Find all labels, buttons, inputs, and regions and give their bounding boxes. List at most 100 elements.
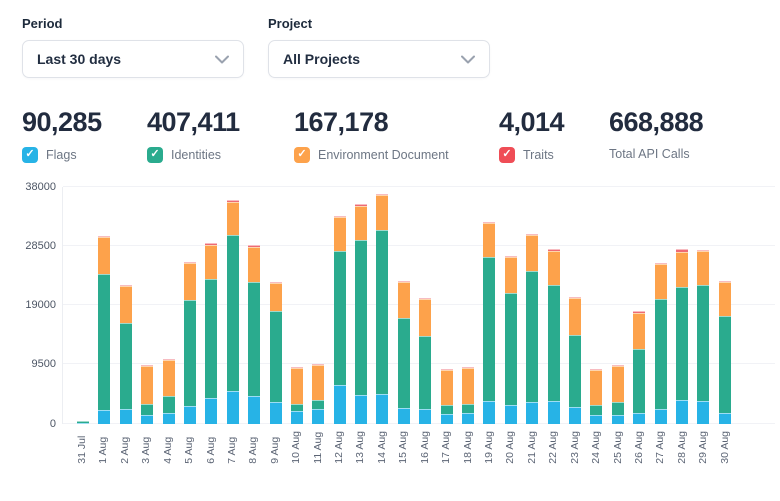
bar-stack-8-aug[interactable] bbox=[248, 187, 260, 424]
bar-stack-10-aug[interactable] bbox=[291, 187, 303, 424]
bar-segment-identities[interactable] bbox=[697, 285, 709, 402]
bar-segment-environment-document[interactable] bbox=[120, 286, 132, 323]
bar-segment-flags[interactable] bbox=[355, 395, 367, 424]
bar-segment-environment-document[interactable] bbox=[184, 263, 196, 300]
bar-segment-flags[interactable] bbox=[227, 391, 239, 424]
bar-stack-16-aug[interactable] bbox=[419, 187, 431, 424]
bar-stack-29-aug[interactable] bbox=[697, 187, 709, 424]
bar-segment-environment-document[interactable] bbox=[248, 247, 260, 282]
bar-stack-27-aug[interactable] bbox=[655, 187, 667, 424]
series-checkbox-identities[interactable]: ✓ bbox=[147, 147, 163, 163]
bar-segment-identities[interactable] bbox=[398, 318, 410, 408]
bar-segment-identities[interactable] bbox=[291, 404, 303, 412]
bar-segment-environment-document[interactable] bbox=[590, 370, 602, 406]
bar-stack-25-aug[interactable] bbox=[612, 187, 624, 424]
bar-segment-identities[interactable] bbox=[355, 240, 367, 395]
bar-segment-identities[interactable] bbox=[548, 285, 560, 402]
bar-segment-environment-document[interactable] bbox=[483, 223, 495, 257]
bar-segment-environment-document[interactable] bbox=[398, 282, 410, 318]
bar-segment-flags[interactable] bbox=[141, 415, 153, 423]
bar-segment-environment-document[interactable] bbox=[697, 251, 709, 284]
bar-segment-identities[interactable] bbox=[483, 257, 495, 402]
bar-segment-environment-document[interactable] bbox=[419, 299, 431, 336]
bar-segment-environment-document[interactable] bbox=[98, 237, 110, 274]
bar-stack-11-aug[interactable] bbox=[312, 187, 324, 424]
bar-segment-identities[interactable] bbox=[526, 271, 538, 402]
bar-stack-22-aug[interactable] bbox=[548, 187, 560, 424]
bar-segment-environment-document[interactable] bbox=[141, 366, 153, 403]
bar-segment-environment-document[interactable] bbox=[163, 360, 175, 396]
bar-segment-environment-document[interactable] bbox=[633, 313, 645, 349]
bar-segment-flags[interactable] bbox=[633, 413, 645, 424]
bar-stack-12-aug[interactable] bbox=[334, 187, 346, 424]
bar-segment-identities[interactable] bbox=[462, 404, 474, 413]
bar-segment-flags[interactable] bbox=[270, 402, 282, 424]
bar-segment-identities[interactable] bbox=[719, 316, 731, 412]
bar-segment-environment-document[interactable] bbox=[270, 283, 282, 311]
bar-segment-identities[interactable] bbox=[441, 405, 453, 413]
bar-segment-identities[interactable] bbox=[590, 405, 602, 414]
bar-segment-flags[interactable] bbox=[205, 398, 217, 424]
bar-stack-31-jul[interactable] bbox=[77, 187, 89, 424]
bar-segment-flags[interactable] bbox=[590, 415, 602, 424]
bar-stack-9-aug[interactable] bbox=[270, 187, 282, 424]
bar-segment-environment-document[interactable] bbox=[612, 366, 624, 402]
bar-segment-identities[interactable] bbox=[163, 396, 175, 413]
bar-stack-15-aug[interactable] bbox=[398, 187, 410, 424]
bar-segment-flags[interactable] bbox=[569, 407, 581, 424]
project-dropdown[interactable]: All Projects bbox=[268, 40, 490, 78]
bar-stack-26-aug[interactable] bbox=[633, 187, 645, 424]
bar-segment-identities[interactable] bbox=[184, 300, 196, 407]
bar-segment-flags[interactable] bbox=[334, 385, 346, 423]
bar-segment-flags[interactable] bbox=[505, 405, 517, 424]
bar-segment-flags[interactable] bbox=[526, 402, 538, 424]
bar-segment-environment-document[interactable] bbox=[227, 202, 239, 235]
bar-segment-identities[interactable] bbox=[248, 282, 260, 396]
bar-stack-13-aug[interactable] bbox=[355, 187, 367, 424]
bar-segment-flags[interactable] bbox=[184, 406, 196, 423]
bar-segment-environment-document[interactable] bbox=[312, 365, 324, 401]
bar-segment-environment-document[interactable] bbox=[376, 195, 388, 229]
bar-segment-environment-document[interactable] bbox=[676, 252, 688, 287]
bar-segment-flags[interactable] bbox=[697, 401, 709, 423]
bar-segment-identities[interactable] bbox=[612, 402, 624, 415]
bar-segment-flags[interactable] bbox=[483, 401, 495, 423]
bar-segment-environment-document[interactable] bbox=[334, 217, 346, 251]
bar-segment-environment-document[interactable] bbox=[548, 251, 560, 285]
bar-segment-environment-document[interactable] bbox=[441, 370, 453, 406]
bar-segment-environment-document[interactable] bbox=[505, 257, 517, 293]
bar-segment-flags[interactable] bbox=[676, 400, 688, 424]
bar-stack-5-aug[interactable] bbox=[184, 187, 196, 424]
bar-segment-flags[interactable] bbox=[77, 423, 89, 424]
bar-segment-identities[interactable] bbox=[376, 230, 388, 394]
bar-segment-identities[interactable] bbox=[676, 287, 688, 400]
bar-segment-flags[interactable] bbox=[612, 415, 624, 424]
bar-segment-environment-document[interactable] bbox=[526, 235, 538, 271]
bar-segment-identities[interactable] bbox=[655, 299, 667, 410]
bar-segment-identities[interactable] bbox=[98, 274, 110, 410]
bar-stack-20-aug[interactable] bbox=[505, 187, 517, 424]
bar-stack-4-aug[interactable] bbox=[163, 187, 175, 424]
bar-segment-flags[interactable] bbox=[312, 409, 324, 423]
series-checkbox-environment-document[interactable]: ✓ bbox=[294, 147, 310, 163]
bar-stack-1-aug[interactable] bbox=[98, 187, 110, 424]
bar-stack-17-aug[interactable] bbox=[441, 187, 453, 424]
bar-stack-2-aug[interactable] bbox=[120, 187, 132, 424]
bar-stack-24-aug[interactable] bbox=[590, 187, 602, 424]
bar-segment-environment-document[interactable] bbox=[355, 206, 367, 240]
bar-segment-flags[interactable] bbox=[719, 413, 731, 424]
bar-stack-30-aug[interactable] bbox=[719, 187, 731, 424]
bar-stack-19-aug[interactable] bbox=[483, 187, 495, 424]
bar-segment-environment-document[interactable] bbox=[719, 282, 731, 316]
bar-stack-14-aug[interactable] bbox=[376, 187, 388, 424]
bar-stack-3-aug[interactable] bbox=[141, 187, 153, 424]
bar-segment-identities[interactable] bbox=[419, 336, 431, 409]
bar-segment-identities[interactable] bbox=[633, 349, 645, 413]
bar-segment-identities[interactable] bbox=[205, 279, 217, 398]
bar-segment-flags[interactable] bbox=[419, 409, 431, 423]
period-dropdown[interactable]: Last 30 days bbox=[22, 40, 244, 78]
bar-segment-environment-document[interactable] bbox=[462, 368, 474, 404]
bar-segment-environment-document[interactable] bbox=[205, 245, 217, 279]
bar-segment-identities[interactable] bbox=[227, 235, 239, 391]
bar-stack-23-aug[interactable] bbox=[569, 187, 581, 424]
